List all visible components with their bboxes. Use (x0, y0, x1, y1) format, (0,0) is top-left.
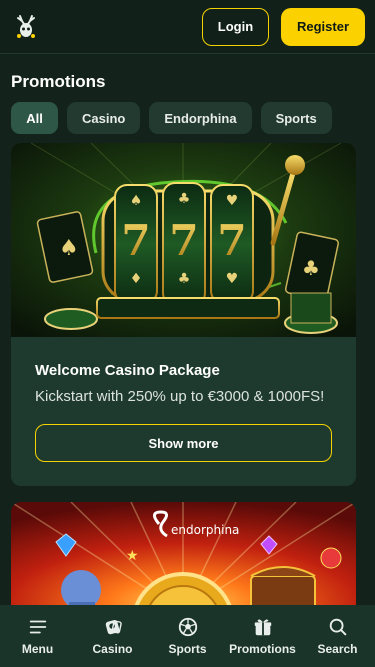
gift-icon (254, 619, 271, 636)
promo-card-endorphina[interactable]: endorphina ★ (11, 502, 356, 622)
promo-subtitle: Kickstart with 250% up to €3000 & 1000FS… (35, 388, 325, 405)
nav-search[interactable]: Search (300, 605, 375, 667)
svg-text:★: ★ (126, 548, 139, 564)
svg-text:7: 7 (121, 216, 150, 265)
slot-machine-banner-image: ♠ ♣ ♠ ♣ ♥ 7 7 7 ♦ ♣ ♥ (11, 143, 356, 337)
svg-text:♣: ♣ (178, 271, 191, 287)
svg-text:♣: ♣ (178, 191, 191, 207)
svg-text:7: 7 (169, 216, 198, 265)
top-header: Login Register (0, 0, 375, 54)
promo-title: Welcome Casino Package (35, 362, 220, 379)
nav-sports[interactable]: Sports (150, 605, 225, 667)
svg-text:♣: ♣ (302, 256, 320, 280)
nav-label: Sports (168, 642, 207, 656)
nav-label: Search (317, 642, 358, 656)
nav-label: Promotions (229, 642, 296, 656)
auth-actions: Login Register (202, 7, 365, 46)
tab-all[interactable]: All (11, 102, 58, 134)
endorphina-brand-text: endorphina (171, 523, 239, 537)
endorphina-banner-image: endorphina ★ (11, 502, 356, 622)
svg-text:♦: ♦ (130, 271, 143, 287)
tab-casino[interactable]: Casino (67, 102, 141, 134)
login-button[interactable]: Login (202, 7, 269, 46)
casino-chip-icon (105, 619, 122, 635)
deer-logo-icon[interactable] (10, 11, 42, 43)
search-icon (329, 618, 346, 636)
tab-sports[interactable]: Sports (260, 102, 332, 134)
register-button[interactable]: Register (281, 7, 365, 46)
svg-text:♠: ♠ (130, 193, 143, 209)
nav-label: Menu (21, 642, 54, 656)
show-more-button[interactable]: Show more (35, 424, 332, 462)
nav-label: Casino (92, 642, 133, 656)
tab-endorphina[interactable]: Endorphina (149, 102, 252, 134)
soccer-ball-icon (178, 617, 197, 637)
svg-text:7: 7 (217, 216, 246, 265)
page-title: Promotions (11, 72, 106, 91)
bottom-navigation: Menu Casino Sports Promotions Search (0, 605, 375, 667)
nav-casino[interactable]: Casino (75, 605, 150, 667)
promo-filter-tabs: All Casino Endorphina Sports (11, 102, 332, 134)
svg-text:♥: ♥ (226, 271, 239, 287)
svg-text:♥: ♥ (226, 193, 239, 209)
nav-menu[interactable]: Menu (0, 605, 75, 667)
svg-text:♠: ♠ (59, 236, 79, 261)
promo-card-welcome: ♠ ♣ ♠ ♣ ♥ 7 7 7 ♦ ♣ ♥ Welcome Casino Pac… (11, 143, 356, 486)
menu-icon (29, 620, 46, 634)
nav-promotions[interactable]: Promotions (225, 605, 300, 667)
